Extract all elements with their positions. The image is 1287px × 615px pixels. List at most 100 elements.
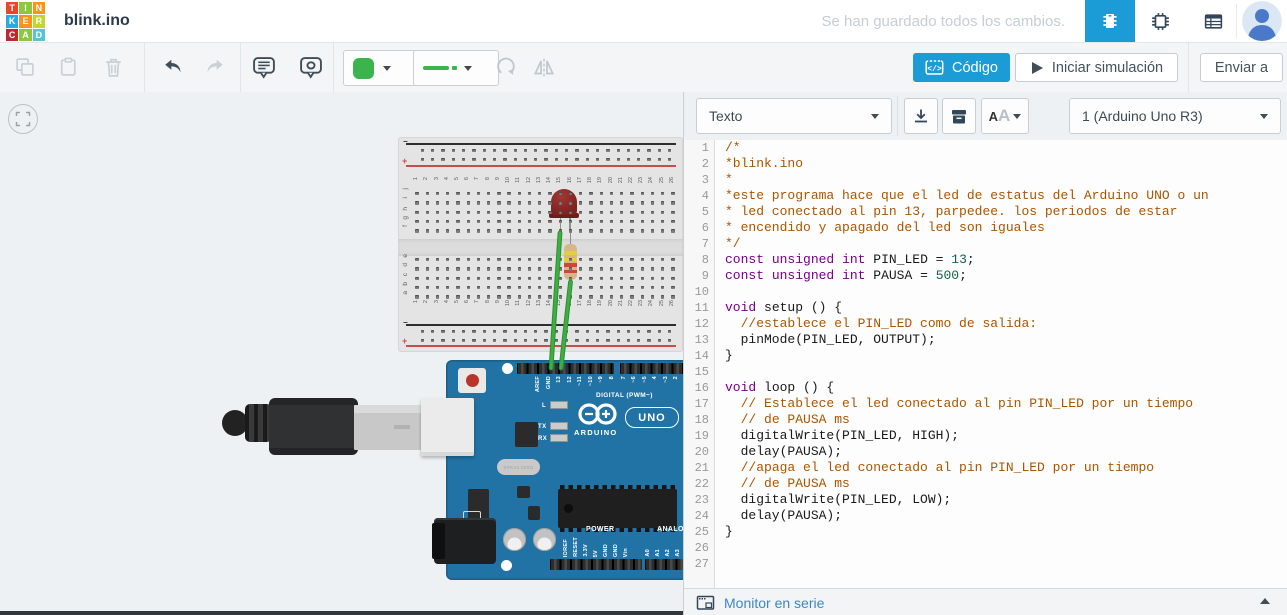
digital-header-left[interactable]: [517, 363, 614, 374]
breadboard-hole: [452, 339, 455, 342]
resistor[interactable]: [564, 244, 577, 280]
breadboard-hole: [630, 220, 633, 223]
breadboard-hole: [507, 286, 510, 289]
breadboard-hole: [436, 229, 439, 232]
mounting-hole: [501, 560, 512, 571]
code-token: [725, 412, 741, 427]
breadboard-hole: [462, 149, 465, 152]
start-simulation-button[interactable]: Iniciar simulación: [1015, 53, 1178, 82]
reset-button[interactable]: [458, 368, 486, 393]
schematic-view-button[interactable]: [1138, 0, 1182, 42]
show-labels-button[interactable]: [296, 52, 326, 82]
breadboard-hole: [586, 149, 589, 152]
redo-button[interactable]: [200, 52, 230, 82]
breadboard-hole: [421, 339, 424, 342]
column-number: 9: [496, 177, 502, 180]
user-avatar[interactable]: [1242, 1, 1282, 41]
code-line-content: const unsigned int PAUSA = 500;: [715, 268, 967, 284]
breadboard-hole: [426, 286, 429, 289]
breadboard-hole: [575, 158, 578, 161]
edit-mode-dropdown[interactable]: Texto: [696, 98, 892, 134]
code-token: const: [725, 252, 764, 267]
arduino-uno[interactable]: DIGITAL (PWM~) L TX RX ARDUINO UNO SPK16…: [446, 360, 683, 580]
breadboard-hole: [514, 158, 517, 161]
color-dropdown[interactable]: [343, 50, 423, 86]
breadboard-hole: [579, 267, 582, 270]
breadboard-hole: [477, 211, 480, 214]
circuit-view-button[interactable]: [1085, 0, 1135, 42]
zoom-to-fit-button[interactable]: [8, 104, 38, 134]
breadboard-hole: [600, 201, 603, 204]
breadboard-hole: [524, 158, 527, 161]
download-code-button[interactable]: [904, 98, 938, 134]
breadboard-hole: [431, 149, 434, 152]
board-dropdown[interactable]: 1 (Arduino Uno R3): [1069, 98, 1281, 134]
breadboard-hole: [507, 295, 510, 298]
red-led[interactable]: [551, 189, 577, 215]
code-token: loop () {: [756, 380, 834, 395]
code-token: delay(PAUSA);: [725, 508, 842, 523]
code-editor[interactable]: 1/*2*blink.ino3*4*este programa hace que…: [684, 140, 1287, 588]
power-header[interactable]: [550, 559, 642, 570]
line-number: 3: [684, 172, 715, 188]
serial-monitor-bar[interactable]: Monitor en serie: [684, 588, 1287, 615]
breadboard-hole: [647, 339, 650, 342]
breadboard[interactable]: − + − + 11223344556677889910101111121213…: [398, 137, 683, 352]
breadboard-hole: [559, 211, 562, 214]
breadboard-hole: [487, 267, 490, 270]
column-number: 10: [506, 177, 512, 183]
usb-cable[interactable]: [269, 398, 358, 455]
code-token: *este programa hace que el led de estatu…: [725, 188, 1209, 203]
analog-header[interactable]: [645, 559, 683, 570]
notes-button[interactable]: [249, 52, 279, 82]
breadboard-hole: [436, 277, 439, 280]
wire-type-dropdown[interactable]: [413, 50, 499, 86]
breadboard-hole: [456, 201, 459, 204]
breadboard-hole: [589, 286, 592, 289]
column-number: 7: [475, 177, 481, 180]
circuit-canvas[interactable]: − + − + 11223344556677889910101111121213…: [0, 92, 683, 615]
pin-label: A0: [646, 549, 652, 557]
breadboard-hole: [477, 258, 480, 261]
breadboard-hole: [487, 220, 490, 223]
code-line-content: const unsigned int PIN_LED = 13;: [715, 252, 975, 268]
breadboard-hole: [421, 149, 424, 152]
libraries-button[interactable]: [942, 98, 976, 134]
breadboard-hole: [671, 229, 674, 232]
font-size-button[interactable]: AA: [981, 98, 1029, 134]
chevron-down-icon: [464, 66, 472, 71]
breadboard-hole: [544, 339, 547, 342]
breadboard-hole: [507, 192, 510, 195]
undo-button[interactable]: [158, 52, 188, 82]
copy-button[interactable]: [10, 52, 40, 82]
row-letter: e: [403, 254, 410, 258]
paste-button[interactable]: [53, 52, 83, 82]
breadboard-hole: [575, 149, 578, 152]
mirror-button[interactable]: [529, 52, 559, 82]
code-line: 8const unsigned int PIN_LED = 13;: [684, 252, 1287, 268]
digital-header-right[interactable]: [620, 363, 683, 374]
rotate-button[interactable]: [492, 52, 522, 82]
code-token: // de PAUSA ms: [741, 476, 850, 491]
breadboard-hole: [518, 201, 521, 204]
chevron-down-icon: [1013, 114, 1021, 119]
component-list-button[interactable]: [1191, 0, 1235, 42]
line-number: 19: [684, 428, 715, 444]
breadboard-hole: [477, 220, 480, 223]
code-button[interactable]: </> Código: [913, 53, 1010, 82]
pin-label: 12: [568, 376, 574, 383]
breadboard-hole: [467, 286, 470, 289]
line-number: 26: [684, 540, 715, 556]
send-to-button[interactable]: Enviar a: [1200, 53, 1283, 82]
delete-button[interactable]: [98, 52, 128, 82]
code-token: [725, 396, 741, 411]
breadboard-hole: [477, 267, 480, 270]
redo-icon: [205, 58, 225, 76]
breadboard-hole: [630, 267, 633, 270]
breadboard-hole: [528, 229, 531, 232]
code-line-content: */: [715, 236, 741, 252]
breadboard-hole: [637, 339, 640, 342]
tinkercad-logo[interactable]: TINKERCAD: [6, 2, 45, 41]
breadboard-hole: [548, 258, 551, 261]
line-number: 17: [684, 396, 715, 412]
